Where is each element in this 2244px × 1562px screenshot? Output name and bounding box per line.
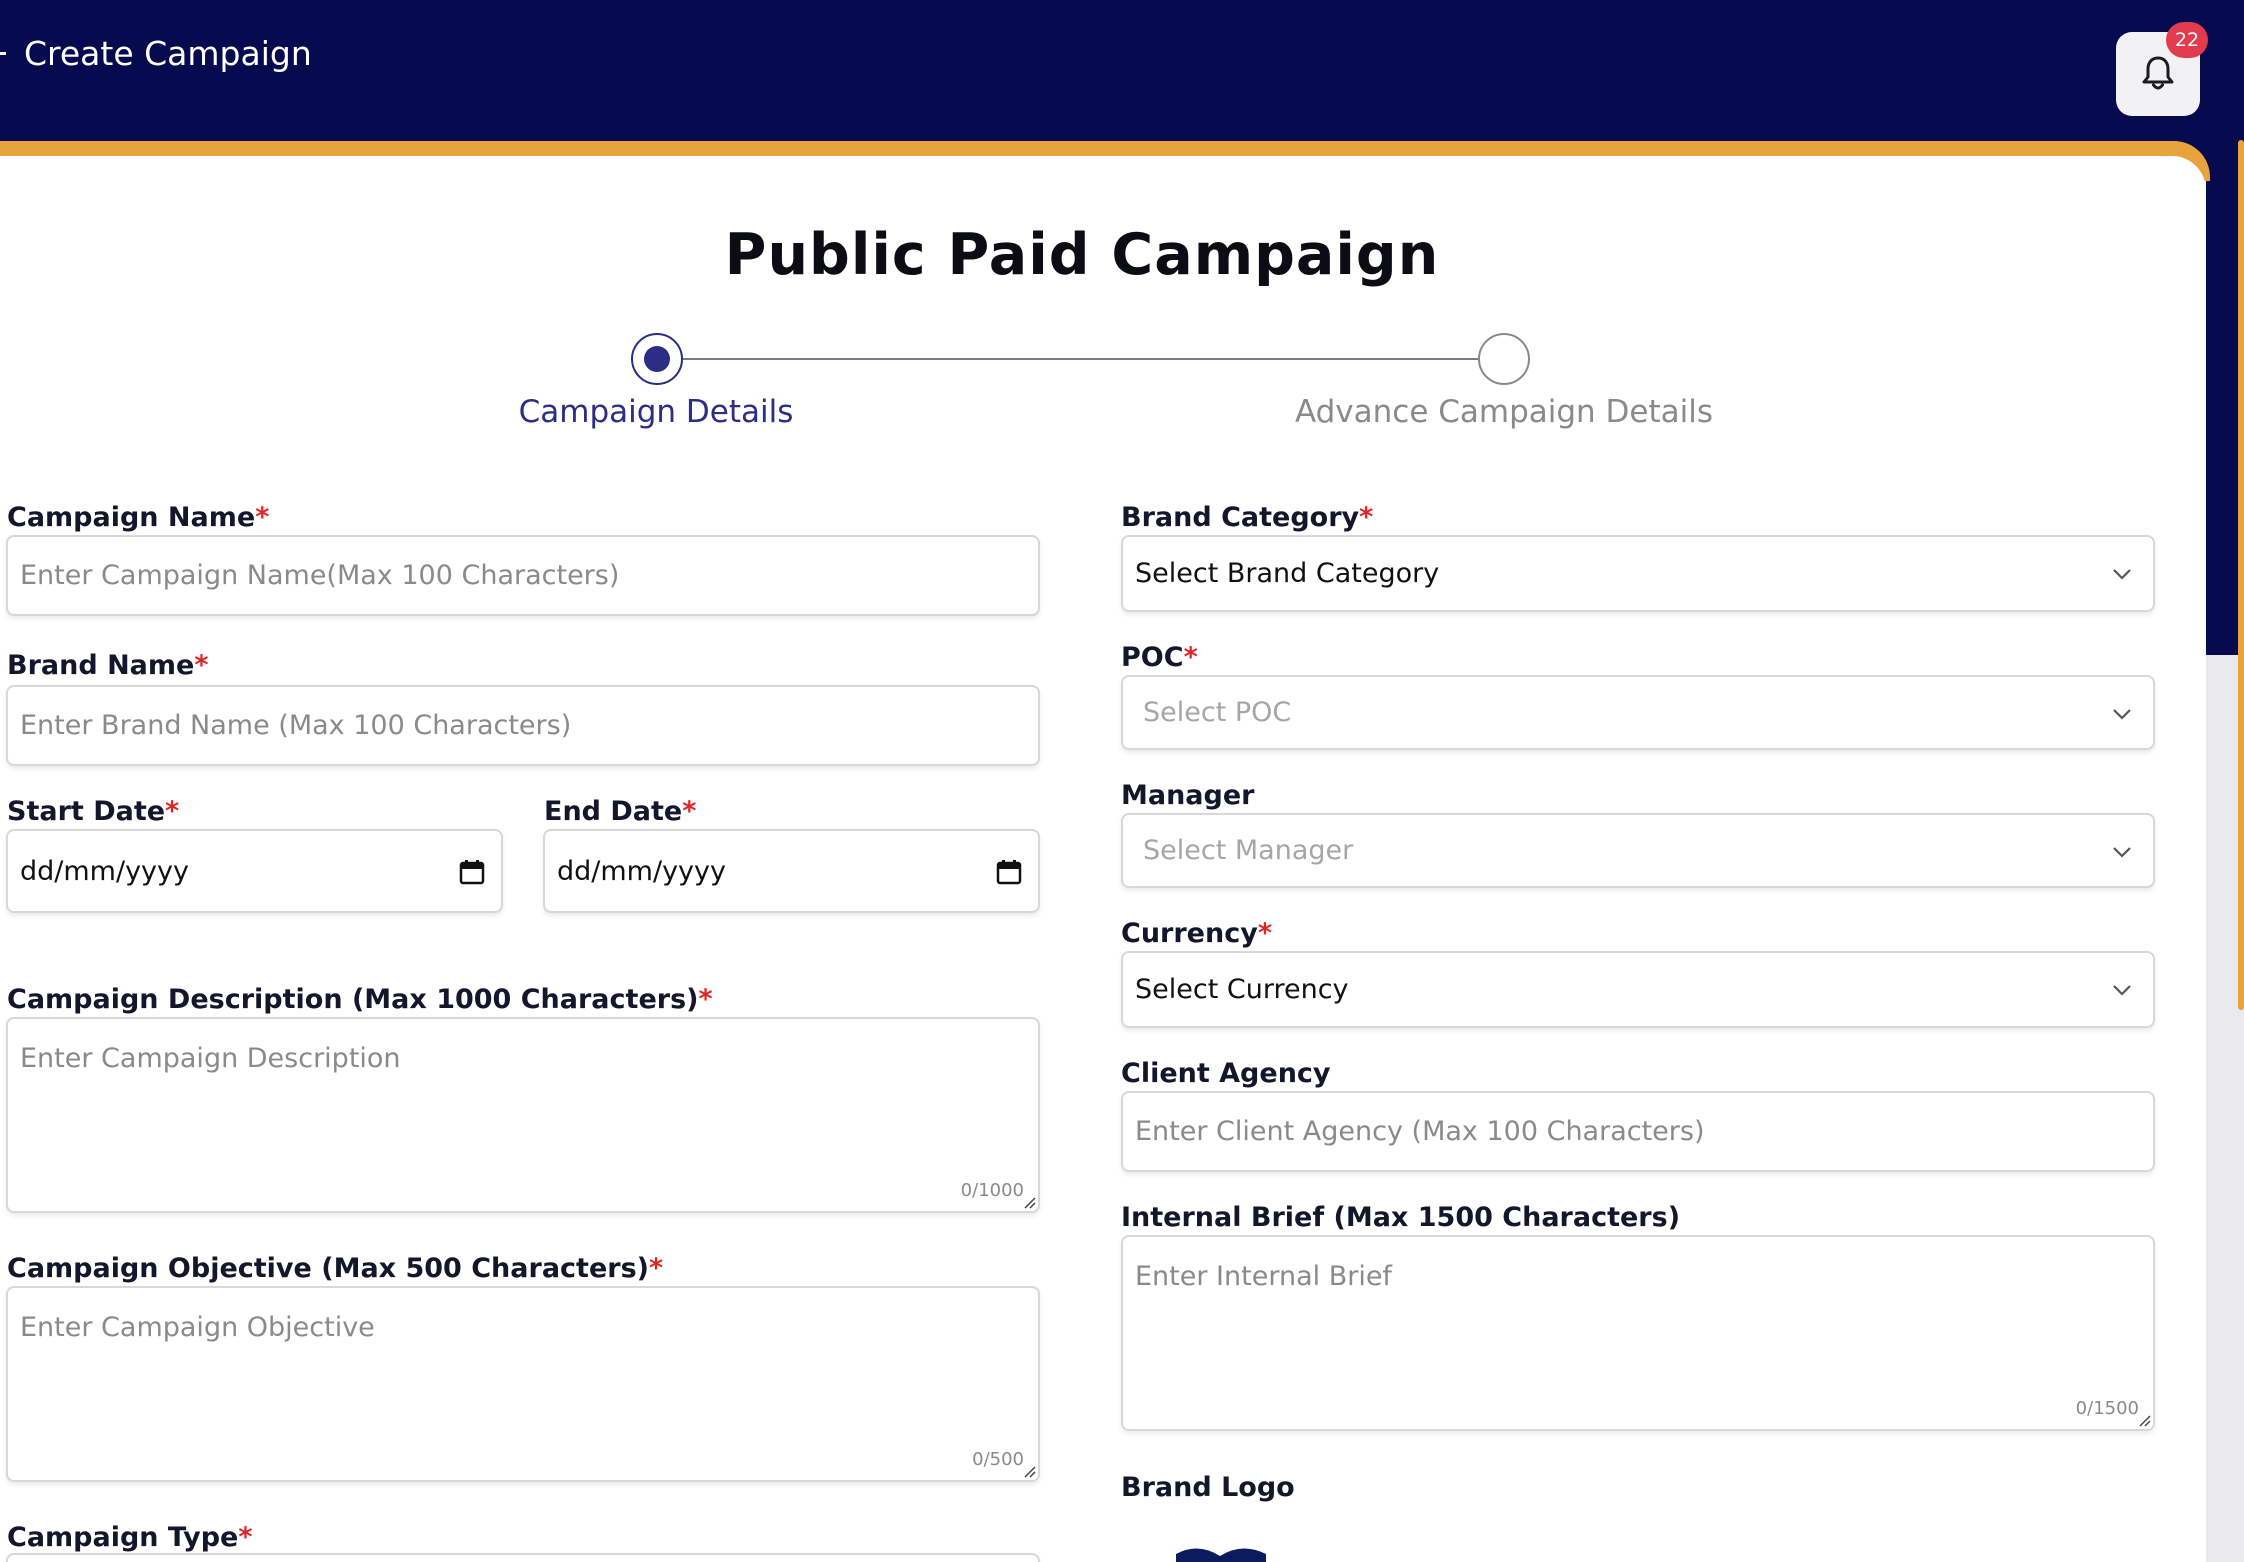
currency-select[interactable]: Select Currency: [1121, 951, 2155, 1028]
page-header: Create Campaign: [0, 34, 312, 73]
resize-handle-icon[interactable]: [2137, 1413, 2151, 1427]
top-header-bar: [0, 0, 2244, 160]
campaign-objective-label: Campaign Objective (Max 500 Characters)*: [7, 1253, 664, 1284]
poc-label: POC*: [1121, 642, 1198, 673]
step-indicator-advance-details[interactable]: [1478, 333, 1530, 385]
brand-name-input[interactable]: Enter Brand Name (Max 100 Characters): [6, 685, 1040, 766]
start-date-input[interactable]: dd/mm/yyyy: [6, 829, 503, 913]
notification-badge: 22: [2166, 22, 2208, 58]
campaign-description-textarea[interactable]: Enter Campaign Description 0/1000: [6, 1017, 1040, 1213]
chevron-down-icon: [2113, 847, 2131, 858]
brand-logo-preview-icon[interactable]: [1176, 1544, 1266, 1562]
back-arrow-icon[interactable]: [0, 52, 6, 55]
campaign-description-placeholder: Enter Campaign Description: [20, 1043, 401, 1074]
client-agency-placeholder: Enter Client Agency (Max 100 Characters): [1135, 1116, 1705, 1147]
brand-category-select[interactable]: Select Brand Category: [1121, 535, 2155, 612]
brand-logo-label: Brand Logo: [1121, 1472, 1295, 1503]
character-counter: 0/1500: [2075, 1398, 2139, 1419]
campaign-objective-placeholder: Enter Campaign Objective: [20, 1312, 375, 1343]
campaign-name-input[interactable]: Enter Campaign Name(Max 100 Characters): [6, 535, 1040, 616]
page-scrollbar[interactable]: [2238, 140, 2244, 1010]
page-title: Create Campaign: [24, 34, 312, 73]
internal-brief-placeholder: Enter Internal Brief: [1135, 1261, 1392, 1292]
campaign-name-placeholder: Enter Campaign Name(Max 100 Characters): [20, 560, 620, 591]
calendar-icon[interactable]: [459, 859, 485, 885]
start-date-value: dd/mm/yyyy: [20, 855, 189, 887]
manager-select[interactable]: Select Manager: [1121, 813, 2155, 888]
currency-value: Select Currency: [1135, 974, 1349, 1005]
character-counter: 0/1000: [960, 1180, 1024, 1201]
poc-select[interactable]: Select POC: [1121, 675, 2155, 750]
brand-name-placeholder: Enter Brand Name (Max 100 Characters): [20, 710, 572, 741]
client-agency-input[interactable]: Enter Client Agency (Max 100 Characters): [1121, 1091, 2155, 1172]
step-label-campaign-details[interactable]: Campaign Details: [480, 394, 832, 430]
step-active-dot: [644, 346, 670, 372]
internal-brief-label: Internal Brief (Max 1500 Characters): [1121, 1202, 1681, 1233]
client-agency-label: Client Agency: [1121, 1058, 1331, 1089]
poc-placeholder: Select POC: [1143, 697, 1292, 728]
stepper-connector: [678, 358, 1486, 360]
step-label-advance-details[interactable]: Advance Campaign Details: [1264, 394, 1744, 430]
currency-label: Currency*: [1121, 918, 1272, 949]
brand-category-label: Brand Category*: [1121, 502, 1374, 533]
campaign-description-label: Campaign Description (Max 1000 Character…: [7, 984, 713, 1015]
chevron-down-icon: [2113, 985, 2131, 996]
brand-category-value: Select Brand Category: [1135, 558, 1440, 589]
campaign-type-select[interactable]: [6, 1553, 1040, 1562]
campaign-type-label: Campaign Type*: [7, 1522, 253, 1553]
end-date-label: End Date*: [544, 796, 697, 827]
chevron-down-icon: [2113, 709, 2131, 720]
brand-name-label: Brand Name*: [7, 650, 209, 681]
bell-icon: [2142, 56, 2174, 90]
manager-label: Manager: [1121, 780, 1255, 811]
end-date-input[interactable]: dd/mm/yyyy: [543, 829, 1040, 913]
internal-brief-textarea[interactable]: Enter Internal Brief 0/1500: [1121, 1235, 2155, 1431]
resize-handle-icon[interactable]: [1022, 1464, 1036, 1478]
start-date-label: Start Date*: [7, 796, 180, 827]
form-title: Public Paid Campaign: [724, 222, 1440, 288]
campaign-name-label: Campaign Name*: [7, 502, 270, 533]
manager-placeholder: Select Manager: [1143, 835, 1354, 866]
step-indicator-campaign-details[interactable]: [631, 333, 683, 385]
campaign-objective-textarea[interactable]: Enter Campaign Objective 0/500: [6, 1286, 1040, 1482]
end-date-value: dd/mm/yyyy: [557, 855, 726, 887]
chevron-down-icon: [2113, 569, 2131, 580]
calendar-icon[interactable]: [996, 859, 1022, 885]
resize-handle-icon[interactable]: [1022, 1195, 1036, 1209]
character-counter: 0/500: [972, 1449, 1024, 1470]
